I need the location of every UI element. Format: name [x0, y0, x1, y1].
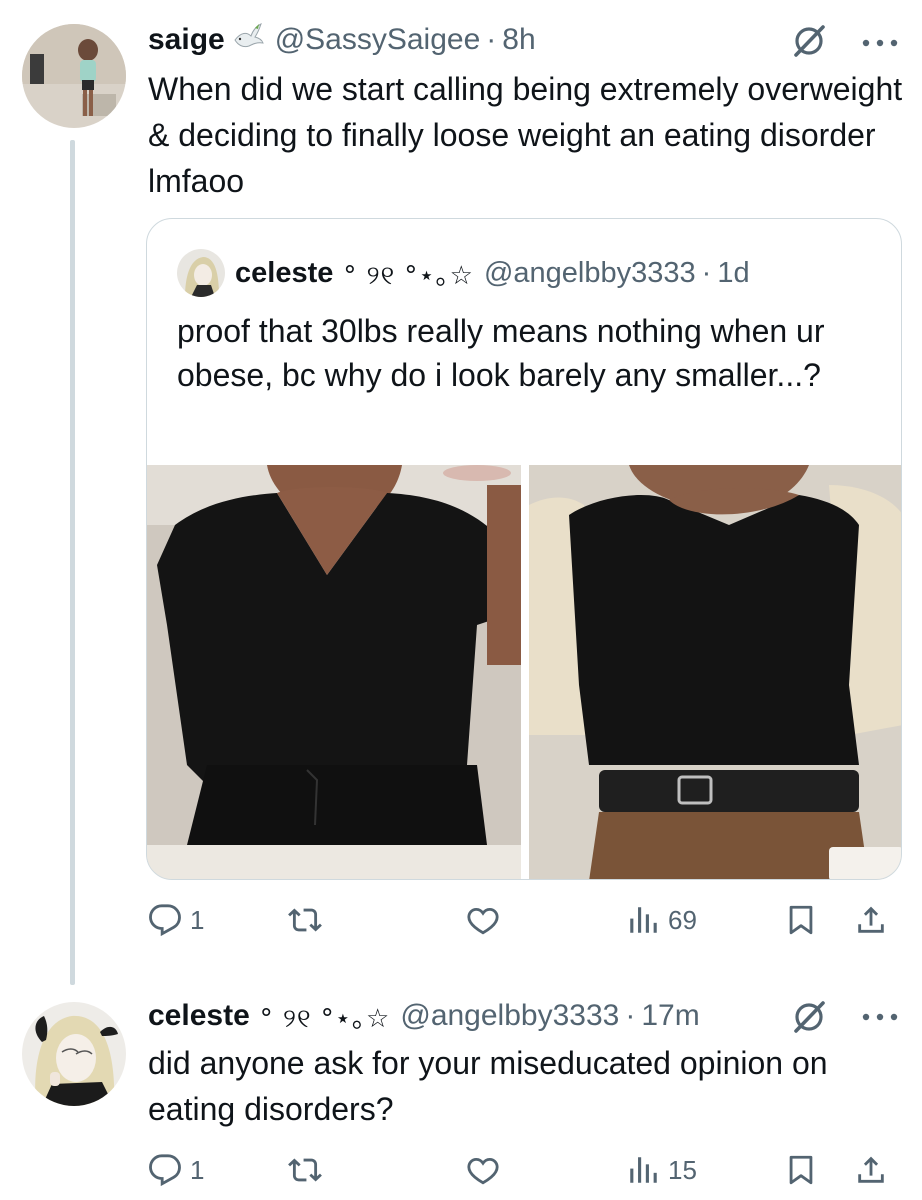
- like-button[interactable]: [466, 898, 508, 942]
- share-icon: [858, 1156, 884, 1183]
- reply-actions: 1 15: [148, 1148, 908, 1192]
- repost-button[interactable]: [288, 1148, 330, 1192]
- avatar-image: [22, 24, 126, 128]
- quoted-avatar[interactable]: [177, 249, 225, 297]
- quoted-avatar-image: [177, 249, 225, 297]
- share-button[interactable]: [854, 1148, 888, 1192]
- quoted-handle[interactable]: @angelbby3333: [484, 257, 696, 290]
- views-icon: [630, 907, 657, 933]
- quoted-header: celeste ° ୨୧ °⋆｡☆ @angelbby3333 · 1d: [235, 253, 750, 293]
- bookmark-button[interactable]: [784, 898, 818, 942]
- photo-before[interactable]: [147, 465, 521, 879]
- dove-emoji: [231, 22, 265, 59]
- share-button[interactable]: [854, 898, 888, 942]
- reply-button[interactable]: 1: [148, 1148, 204, 1192]
- views-icon: [630, 1157, 657, 1183]
- reply-handle[interactable]: @angelbby3333: [400, 999, 619, 1033]
- reply-icon: [149, 1154, 181, 1187]
- repost-button[interactable]: [288, 898, 330, 942]
- view-count: 69: [668, 904, 697, 935]
- photo-after-image: [529, 465, 901, 879]
- like-button[interactable]: [466, 1148, 508, 1192]
- reply-button[interactable]: 1: [148, 898, 204, 942]
- like-icon: [467, 907, 499, 935]
- reply-count: 1: [190, 1154, 205, 1185]
- tweet-time[interactable]: 8h: [502, 23, 535, 57]
- separator-dot: ·: [486, 23, 497, 56]
- quoted-author-name[interactable]: celeste: [235, 257, 333, 290]
- bookmark-icon: [789, 905, 813, 935]
- bookmark-icon: [789, 1155, 813, 1185]
- tweet-header: saige @SassySaigee · 8h: [148, 20, 536, 60]
- more-icon[interactable]: [860, 38, 900, 48]
- name-symbols: ° ୨୧ °⋆｡☆: [259, 1003, 391, 1034]
- reply-count: 1: [190, 904, 205, 935]
- quoted-tweet-card[interactable]: celeste ° ୨୧ °⋆｡☆ @angelbby3333 · 1d pro…: [146, 218, 902, 880]
- reply-author-name[interactable]: celeste: [148, 999, 250, 1033]
- share-icon: [858, 906, 884, 933]
- quoted-time: 1d: [717, 256, 750, 289]
- avatar[interactable]: [22, 24, 126, 128]
- separator-dot: ·: [701, 256, 712, 289]
- reply-text: did anyone ask for your miseducated opin…: [148, 1045, 828, 1127]
- grok-icon[interactable]: [790, 22, 828, 60]
- repost-icon: [288, 1158, 322, 1182]
- photo-before-image: [147, 465, 521, 879]
- bookmark-button[interactable]: [784, 1148, 818, 1192]
- quoted-media: [147, 465, 901, 879]
- grok-icon[interactable]: [790, 998, 828, 1036]
- view-count: 15: [668, 1154, 697, 1185]
- reply-time[interactable]: 17m: [641, 999, 699, 1033]
- views-button[interactable]: 69: [626, 898, 697, 942]
- photo-after[interactable]: [529, 465, 901, 879]
- reply-avatar[interactable]: [22, 1002, 126, 1106]
- reply-icon: [149, 904, 181, 937]
- tweet-actions: 1 69: [148, 898, 908, 942]
- more-icon[interactable]: [860, 1012, 900, 1022]
- reply-avatar-image: [22, 1002, 126, 1106]
- author-name[interactable]: saige: [148, 23, 225, 57]
- separator-dot: ·: [625, 999, 636, 1032]
- author-handle[interactable]: @SassySaigee: [275, 23, 481, 57]
- tweet-text: When did we start calling being extremel…: [148, 71, 903, 199]
- repost-icon: [288, 908, 322, 932]
- thread-connector-line: [70, 140, 75, 985]
- views-button[interactable]: 15: [626, 1148, 697, 1192]
- reply-header: celeste ° ୨୧ °⋆｡☆ @angelbby3333 · 17m: [148, 996, 700, 1036]
- like-icon: [467, 1157, 499, 1185]
- quoted-text: proof that 30lbs really means nothing wh…: [177, 313, 825, 393]
- name-symbols: ° ୨୧ °⋆｡☆: [343, 260, 474, 291]
